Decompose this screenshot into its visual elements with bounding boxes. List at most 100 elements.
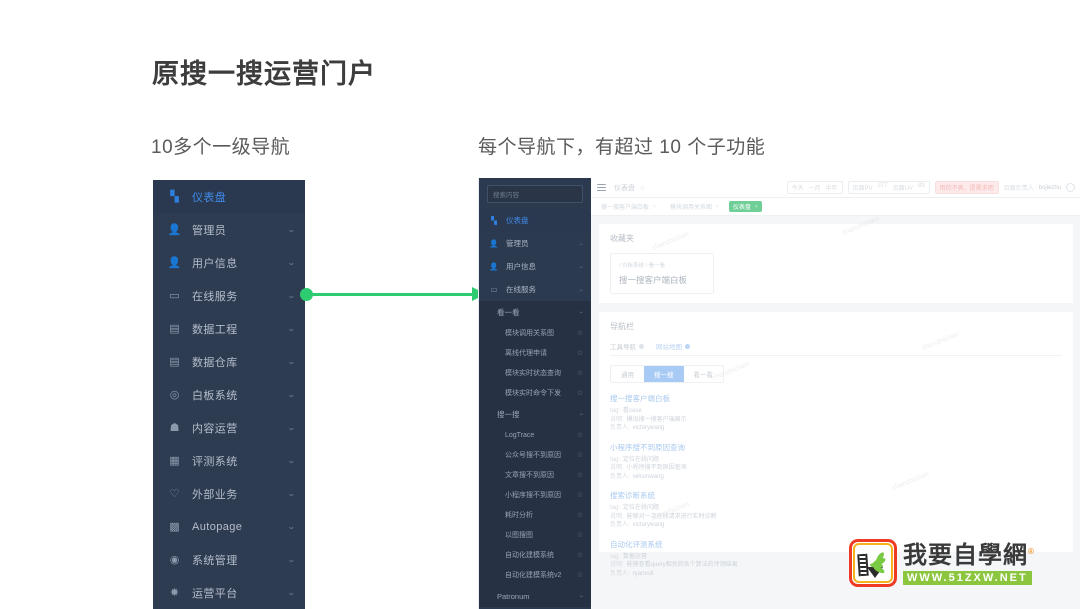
favorite-item[interactable]: / 白板系统 / 看一看 搜一搜客户端白板 bbox=[610, 253, 714, 294]
avatar[interactable] bbox=[1066, 183, 1075, 192]
app-sidebar-subitem[interactable]: 公众号搜不到原因 ☆ bbox=[479, 445, 591, 465]
entry-title[interactable]: 小程序搜不到原因查询 bbox=[610, 442, 1062, 453]
left-nav-item-1[interactable]: 👤 管理员 ⌄ bbox=[153, 213, 305, 246]
star-icon[interactable]: ☆ bbox=[577, 471, 583, 479]
star-icon[interactable]: ☆ bbox=[577, 491, 583, 499]
app-tab-2[interactable]: 仪表盘 × bbox=[728, 201, 762, 212]
app-sidebar-subitem[interactable]: 模块实时命令下发 ☆ bbox=[479, 383, 591, 403]
app-sidebar-subitem[interactable]: 以图搜图 ☆ bbox=[479, 525, 591, 545]
subitem-label: 模块实时命令下发 bbox=[505, 390, 561, 397]
left-nav-item-6[interactable]: ◎ 白板系统 ⌄ bbox=[153, 378, 305, 411]
app-sidebar-group-2[interactable]: Patronum ⌄ bbox=[479, 585, 591, 607]
app-sidebar-subitem[interactable]: LogTrace ☆ bbox=[479, 425, 591, 445]
app-sidebar-subitem[interactable]: 模块实时状态查询 ☆ bbox=[479, 363, 591, 383]
left-nav-label: 外部业务 bbox=[192, 488, 238, 501]
navbar-segments[interactable]: 通用 搜一搜 看一看 bbox=[610, 365, 724, 383]
close-icon[interactable]: × bbox=[653, 204, 656, 210]
hamburger-icon[interactable] bbox=[597, 183, 606, 192]
subitem-label: 耗时分析 bbox=[505, 512, 533, 519]
navbar-subtab-1[interactable]: 网站地图 bbox=[656, 341, 690, 351]
star-icon[interactable]: ☆ bbox=[577, 349, 583, 357]
app-sidebar-group-1[interactable]: 搜一搜 ⌄ bbox=[479, 403, 591, 425]
logo-url: WWW.51ZXW.NET bbox=[903, 571, 1032, 585]
star-icon[interactable]: ☆ bbox=[577, 451, 583, 459]
subitem-label: 离线代理申请 bbox=[505, 350, 547, 357]
app-sidebar-item-2[interactable]: 👤 用户信息 ⌄ bbox=[479, 255, 591, 278]
left-nav-item-12[interactable]: ✸ 运营平台 ⌄ bbox=[153, 576, 305, 609]
star-icon[interactable]: ☆ bbox=[577, 431, 583, 439]
sidebar-search-box[interactable]: 搜索内容 bbox=[487, 185, 583, 203]
left-nav-item-5[interactable]: ▤ 数据仓库 ⌄ bbox=[153, 345, 305, 378]
entry-title[interactable]: 搜一搜客户端白板 bbox=[610, 393, 1062, 404]
chevron-down-icon: ⌄ bbox=[287, 489, 297, 498]
star-icon[interactable]: ☆ bbox=[577, 531, 583, 539]
left-nav-label: 数据仓库 bbox=[192, 356, 238, 369]
star-icon[interactable]: ☆ bbox=[577, 389, 583, 397]
app-sidebar-subitem[interactable]: 模块调用关系图 ☆ bbox=[479, 323, 591, 343]
star-icon[interactable]: ☆ bbox=[577, 511, 583, 519]
dashboard-icon: ▚ bbox=[491, 216, 497, 225]
caption-right: 每个导航下，有超过 10 个子功能 bbox=[478, 137, 766, 158]
app-sidebar-label: 在线服务 bbox=[506, 285, 536, 294]
data-warehouse-icon: ▤ bbox=[169, 356, 180, 368]
chevron-down-icon: ⌄ bbox=[287, 456, 297, 465]
navbar-subtab-0[interactable]: 工具导航 bbox=[610, 341, 644, 351]
pv-label: 页面PV bbox=[852, 186, 873, 192]
evaluation-icon: ▦ bbox=[169, 455, 180, 467]
autopage-icon: ▩ bbox=[169, 521, 180, 533]
left-nav-item-11[interactable]: ◉ 系统管理 ⌄ bbox=[153, 543, 305, 576]
content-icon: ☗ bbox=[169, 422, 180, 434]
app-sidebar-subitem[interactable]: 文章搜不到原因 ☆ bbox=[479, 465, 591, 485]
group-label: 看一看 bbox=[497, 307, 520, 317]
system-management-icon: ◉ bbox=[169, 554, 180, 566]
left-nav-item-9[interactable]: ♡ 外部业务 ⌄ bbox=[153, 477, 305, 510]
left-nav-item-10[interactable]: ▩ Autopage ⌄ bbox=[153, 510, 305, 543]
favorite-star-icon[interactable]: ☆ bbox=[639, 184, 645, 192]
app-sidebar-item-1[interactable]: 👤 管理员 ⌄ bbox=[479, 232, 591, 255]
navbar-subtabs: 工具导航 网站地图 bbox=[610, 341, 1062, 356]
segment-2[interactable]: 看一看 bbox=[684, 366, 724, 382]
subitem-label: 公众号搜不到原因 bbox=[505, 452, 561, 459]
chevron-down-icon: ⌄ bbox=[287, 324, 297, 333]
app-sidebar-subitem[interactable]: 离线代理申请 ☆ bbox=[479, 343, 591, 363]
entry-title[interactable]: 搜索诊断系统 bbox=[610, 490, 1062, 501]
left-nav-label: 管理员 bbox=[192, 224, 227, 237]
range-halfyear[interactable]: 半年 bbox=[826, 183, 838, 192]
left-nav-label: 用户信息 bbox=[192, 257, 238, 270]
close-icon[interactable]: × bbox=[716, 204, 719, 210]
feedback-button[interactable]: 用的不爽，提需求吧 bbox=[934, 181, 999, 194]
entry-tag: tag: 看case bbox=[610, 408, 642, 414]
range-selector[interactable]: 今天 一月 半年 bbox=[786, 181, 843, 194]
favorite-name: 搜一搜客户端白板 bbox=[619, 275, 688, 285]
segment-1[interactable]: 搜一搜 bbox=[644, 366, 684, 382]
chevron-down-icon: ⌄ bbox=[287, 390, 297, 399]
group-label: Patronum bbox=[497, 591, 530, 601]
star-icon[interactable]: ☆ bbox=[577, 369, 583, 377]
star-icon[interactable]: ☆ bbox=[577, 571, 583, 579]
left-nav-item-0[interactable]: ▚ 仪表盘 bbox=[153, 180, 305, 213]
range-month[interactable]: 一月 bbox=[809, 183, 821, 192]
left-nav-item-2[interactable]: 👤 用户信息 ⌄ bbox=[153, 246, 305, 279]
star-icon[interactable]: ☆ bbox=[577, 551, 583, 559]
left-nav-item-4[interactable]: ▤ 数据工程 ⌄ bbox=[153, 312, 305, 345]
star-icon[interactable]: ☆ bbox=[577, 329, 583, 337]
app-sidebar-subitem[interactable]: 自动化建模系统v2 ☆ bbox=[479, 565, 591, 585]
left-nav-item-7[interactable]: ☗ 内容运营 ⌄ bbox=[153, 411, 305, 444]
left-nav-item-3[interactable]: ▭ 在线服务 ⌄ bbox=[153, 279, 305, 312]
range-today[interactable]: 今天 bbox=[792, 183, 804, 192]
close-icon[interactable]: × bbox=[755, 204, 758, 210]
left-nav-item-8[interactable]: ▦ 评测系统 ⌄ bbox=[153, 444, 305, 477]
app-tab-1[interactable]: 模块调用关系图 × bbox=[666, 201, 723, 212]
segment-0[interactable]: 通用 bbox=[611, 366, 644, 382]
app-tab-0[interactable]: 搜一搜客户端白板 × bbox=[597, 201, 660, 212]
app-sidebar-subitem[interactable]: 小程序搜不到原因 ☆ bbox=[479, 485, 591, 505]
subitem-label: 小程序搜不到原因 bbox=[505, 492, 561, 499]
app-sidebar-subitem[interactable]: 自动化建模系统 ☆ bbox=[479, 545, 591, 565]
app-sidebar-item-3[interactable]: ▭ 在线服务 ⌄ bbox=[479, 278, 591, 301]
app-sidebar-group-0[interactable]: 看一看 ⌄ bbox=[479, 301, 591, 323]
info-icon bbox=[639, 343, 644, 349]
subitem-label: 模块实时状态查询 bbox=[505, 370, 561, 377]
operation-platform-icon: ✸ bbox=[169, 587, 180, 599]
app-sidebar-subitem[interactable]: 耗时分析 ☆ bbox=[479, 505, 591, 525]
app-sidebar-item-0[interactable]: ▚ 仪表盘 bbox=[479, 209, 591, 232]
